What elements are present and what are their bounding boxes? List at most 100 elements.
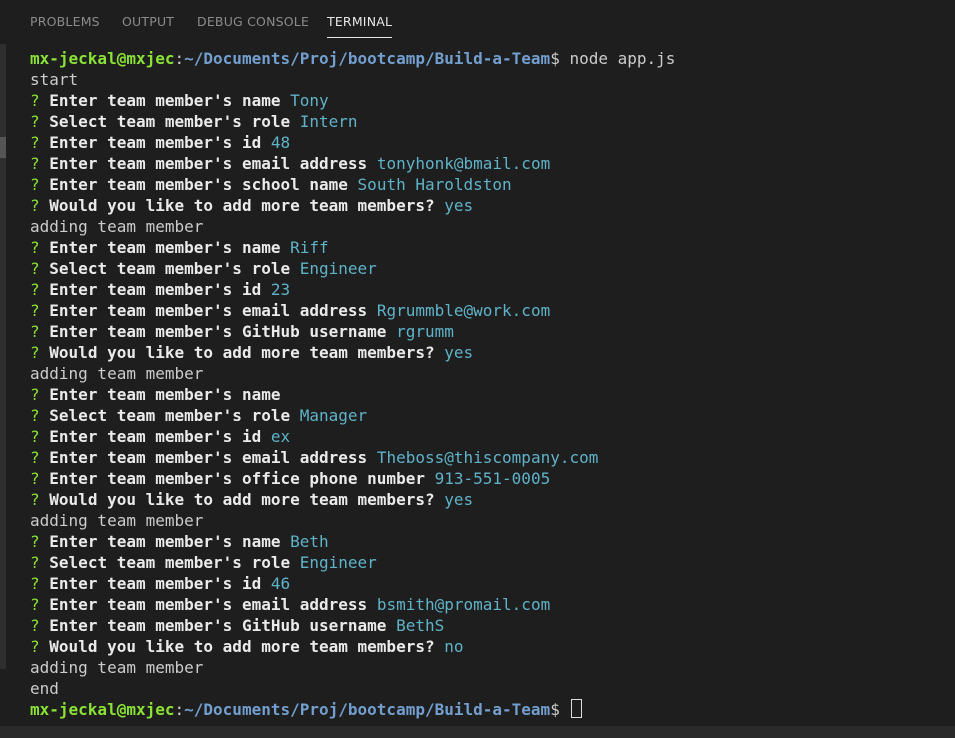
answer-text: yes xyxy=(444,490,474,509)
prompt-question-line: ? Would you like to add more team member… xyxy=(30,636,950,657)
terminal-output[interactable]: mx-jeckal@mxjec:~/Documents/Proj/bootcam… xyxy=(30,48,950,720)
answer-text: Engineer xyxy=(299,259,377,278)
answer-text: yes xyxy=(444,343,474,362)
tab-problems[interactable]: PROBLEMS xyxy=(30,14,100,29)
question-mark-icon: ? xyxy=(30,385,40,404)
answer-text: Tony xyxy=(290,91,329,110)
prompt-question-line: ? Select team member's role Engineer xyxy=(30,258,950,279)
question-text: Enter team member's office phone number xyxy=(49,469,425,488)
question-text: Enter team member's id xyxy=(49,133,262,152)
answer-text: Engineer xyxy=(299,553,377,572)
question-text: Would you like to add more team members? xyxy=(49,490,435,509)
output-text: adding team member xyxy=(30,217,204,236)
prompt-question-line: ? Select team member's role Engineer xyxy=(30,552,950,573)
question-mark-icon: ? xyxy=(30,280,40,299)
panel-tab-bar: PROBLEMS OUTPUT DEBUG CONSOLE TERMINAL xyxy=(0,0,955,40)
scroll-gutter-marker xyxy=(0,137,6,158)
prompt-question-line: ? Select team member's role Manager xyxy=(30,405,950,426)
question-mark-icon: ? xyxy=(30,196,40,215)
question-text: Enter team member's name xyxy=(49,532,281,551)
question-text: Enter team member's name xyxy=(49,91,281,110)
prompt-question-line: ? Enter team member's name Tony xyxy=(30,90,950,111)
question-mark-icon: ? xyxy=(30,595,40,614)
question-mark-icon: ? xyxy=(30,574,40,593)
prompt-question-line: ? Enter team member's id 23 xyxy=(30,279,950,300)
question-mark-icon: ? xyxy=(30,154,40,173)
question-text: Enter team member's email address xyxy=(49,154,368,173)
question-mark-icon: ? xyxy=(30,469,40,488)
question-text: Enter team member's school name xyxy=(49,175,348,194)
question-mark-icon: ? xyxy=(30,91,40,110)
prompt-user-host: mx-jeckal@mxjec xyxy=(30,700,175,719)
prompt-question-line: ? Enter team member's GitHub username rg… xyxy=(30,321,950,342)
prompt-command: node app.js xyxy=(559,49,676,68)
prompt-question-line: ? Enter team member's office phone numbe… xyxy=(30,468,950,489)
prompt-question-line: ? Enter team member's GitHub username Be… xyxy=(30,615,950,636)
question-mark-icon: ? xyxy=(30,427,40,446)
question-text: Enter team member's id xyxy=(49,574,262,593)
answer-text: no xyxy=(444,637,464,656)
question-text: Would you like to add more team members? xyxy=(49,196,435,215)
output-line: adding team member xyxy=(30,216,950,237)
question-text: Select team member's role xyxy=(49,112,291,131)
prompt-dollar: $ xyxy=(550,49,560,68)
tab-output[interactable]: OUTPUT xyxy=(122,14,174,29)
answer-text: Intern xyxy=(299,112,358,131)
prompt-path: ~/Documents/Proj/bootcamp/Build-a-Team xyxy=(184,700,551,719)
prompt-question-line: ? Enter team member's id ex xyxy=(30,426,950,447)
answer-text: tonyhonk@bmail.com xyxy=(376,154,551,173)
question-mark-icon: ? xyxy=(30,133,40,152)
answer-text: 913-551-0005 xyxy=(434,469,551,488)
output-line: adding team member xyxy=(30,657,950,678)
prompt-question-line: ? Select team member's role Intern xyxy=(30,111,950,132)
answer-text: 46 xyxy=(270,574,291,593)
prompt-question-line: ? Enter team member's name xyxy=(30,384,950,405)
answer-text: Rgrummble@work.com xyxy=(376,301,551,320)
question-text: Would you like to add more team members? xyxy=(49,637,435,656)
terminal-panel: PROBLEMS OUTPUT DEBUG CONSOLE TERMINAL m… xyxy=(0,0,955,738)
question-mark-icon: ? xyxy=(30,175,40,194)
question-mark-icon: ? xyxy=(30,616,40,635)
question-mark-icon: ? xyxy=(30,259,40,278)
answer-text: South Haroldston xyxy=(357,175,512,194)
output-line: adding team member xyxy=(30,363,950,384)
prompt-question-line: ? Enter team member's email address Rgru… xyxy=(30,300,950,321)
prompt-path: ~/Documents/Proj/bootcamp/Build-a-Team xyxy=(184,49,551,68)
output-text: end xyxy=(30,679,59,698)
question-mark-icon: ? xyxy=(30,112,40,131)
answer-text: Theboss@thiscompany.com xyxy=(376,448,599,467)
terminal-cursor[interactable] xyxy=(571,699,583,718)
answer-text: 48 xyxy=(270,133,291,152)
output-text: start xyxy=(30,70,79,89)
output-text: adding team member xyxy=(30,364,204,383)
question-mark-icon: ? xyxy=(30,301,40,320)
question-text: Enter team member's email address xyxy=(49,448,368,467)
status-bar xyxy=(0,726,955,738)
prompt-question-line: ? Would you like to add more team member… xyxy=(30,342,950,363)
answer-text: rgrumm xyxy=(396,322,454,341)
prompt-question-line: ? Enter team member's email address Theb… xyxy=(30,447,950,468)
tab-debug-console[interactable]: DEBUG CONSOLE xyxy=(197,14,309,29)
prompt-colon: : xyxy=(174,700,185,719)
output-line: adding team member xyxy=(30,510,950,531)
output-line: start xyxy=(30,69,950,90)
prompt-colon: : xyxy=(174,49,185,68)
question-text: Enter team member's email address xyxy=(49,595,368,614)
tab-terminal[interactable]: TERMINAL xyxy=(327,14,393,38)
question-text: Would you like to add more team members? xyxy=(49,343,435,362)
question-text: Enter team member's email address xyxy=(49,301,368,320)
prompt-question-line: ? Enter team member's name Beth xyxy=(30,531,950,552)
question-text: Select team member's role xyxy=(49,406,291,425)
output-text: adding team member xyxy=(30,658,204,677)
question-mark-icon: ? xyxy=(30,343,40,362)
question-mark-icon: ? xyxy=(30,490,40,509)
question-text: Enter team member's id xyxy=(49,427,262,446)
question-text: Enter team member's id xyxy=(49,280,262,299)
answer-text: Manager xyxy=(299,406,368,425)
question-text: Select team member's role xyxy=(49,259,291,278)
prompt-question-line: ? Would you like to add more team member… xyxy=(30,489,950,510)
shell-prompt-line: mx-jeckal@mxjec:~/Documents/Proj/bootcam… xyxy=(30,699,950,720)
answer-text: Riff xyxy=(290,238,329,257)
question-mark-icon: ? xyxy=(30,406,40,425)
question-text: Enter team member's GitHub username xyxy=(49,322,387,341)
